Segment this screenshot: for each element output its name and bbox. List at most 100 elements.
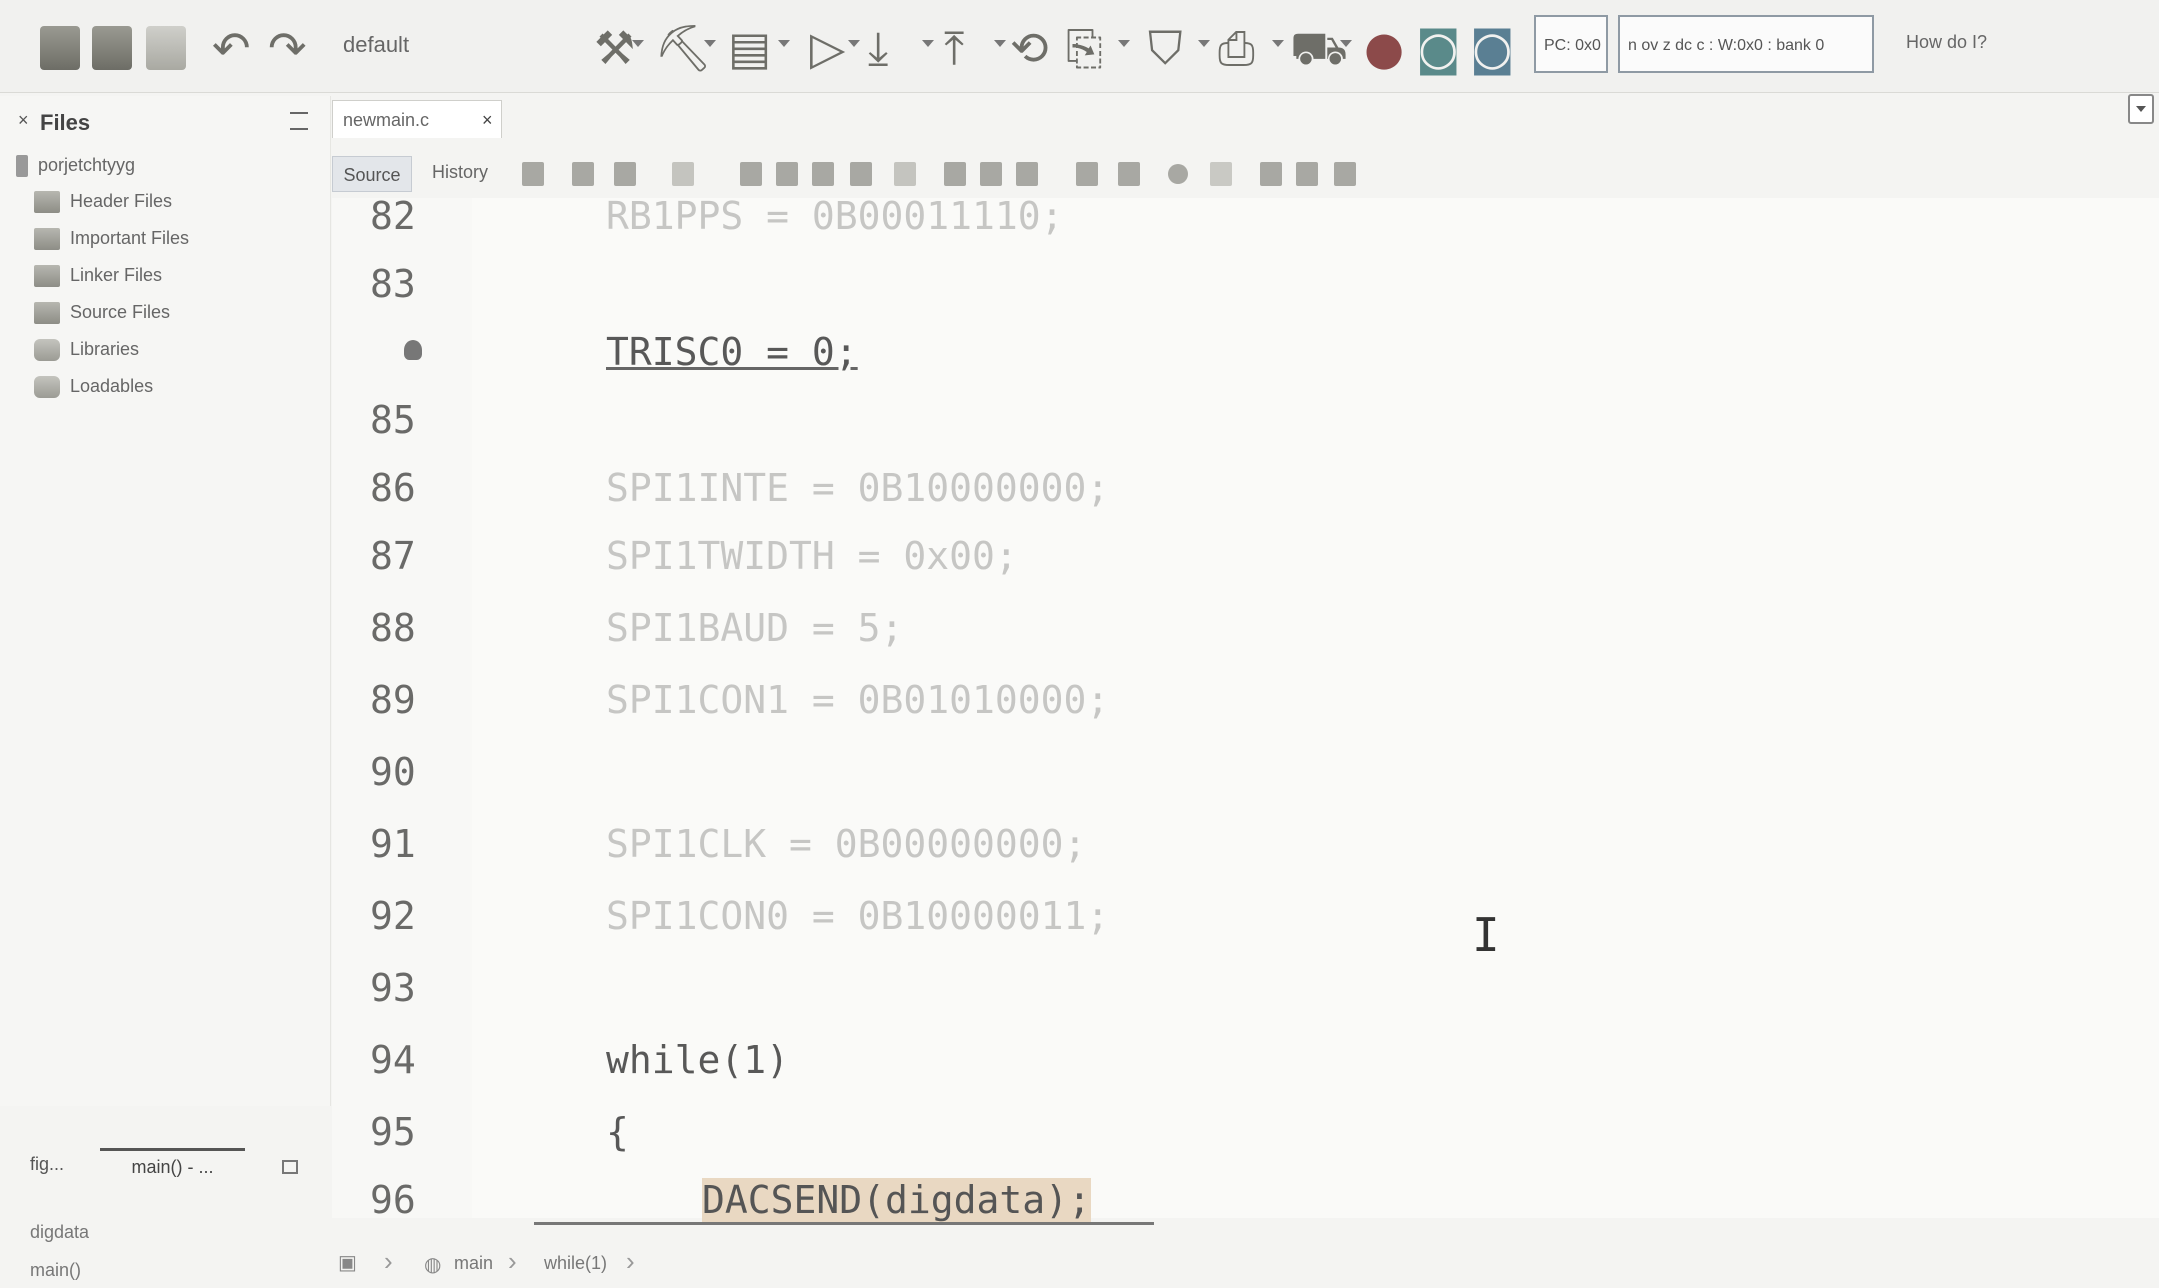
next-bookmark-icon[interactable]: [980, 162, 1002, 186]
make-hex-dropdown-icon[interactable]: [778, 40, 790, 47]
debug-dropdown-icon[interactable]: [1198, 40, 1210, 47]
chevron-right-icon: ›: [384, 1246, 393, 1276]
code-line[interactable]: TRISC0 = 0;: [606, 330, 858, 374]
cart-icon[interactable]: ⛟: [1290, 20, 1348, 76]
mcc-icon[interactable]: ◙: [1416, 20, 1461, 76]
tree-item-header-files[interactable]: Header Files: [34, 186, 172, 216]
navigator-tab-active[interactable]: main() - ...: [100, 1148, 245, 1185]
close-tab-icon[interactable]: ×: [482, 110, 493, 131]
program-device-icon[interactable]: ⤓: [868, 20, 888, 76]
clean-build-icon[interactable]: ⛏: [654, 20, 712, 76]
library-icon: [34, 339, 60, 362]
shift-right-icon[interactable]: [1118, 162, 1140, 186]
format-icon[interactable]: [1334, 162, 1356, 186]
project-name: porjetchtyyg: [38, 155, 136, 175]
code-line[interactable]: DACSEND(digdata);: [702, 1178, 1091, 1222]
code-line[interactable]: SPI1INTE = 0B10000000;: [606, 466, 1109, 510]
redo-icon[interactable]: ↷: [268, 20, 307, 76]
undo-icon[interactable]: ↶: [212, 20, 251, 76]
forward-icon[interactable]: [614, 162, 636, 186]
uncomment-icon[interactable]: [1296, 162, 1318, 186]
clean-build-dropdown-icon[interactable]: [704, 40, 716, 47]
toggle-selection-icon[interactable]: [894, 162, 916, 186]
read-device-icon[interactable]: ⤒: [944, 20, 964, 76]
breadcrumb-item-while[interactable]: while(1): [544, 1253, 607, 1274]
source-view-tab[interactable]: Source: [332, 156, 412, 192]
code-line[interactable]: SPI1CON1 = 0B01010000;: [606, 678, 1109, 722]
tree-item-important-files[interactable]: Important Files: [34, 223, 189, 253]
code-line[interactable]: SPI1CON0 = 0B10000011;: [606, 894, 1109, 938]
line-number: 86: [370, 466, 416, 510]
previous-bookmark-icon[interactable]: [944, 162, 966, 186]
run-icon[interactable]: ▷: [810, 20, 845, 76]
code-line[interactable]: {: [606, 1110, 629, 1154]
stop-macro-icon[interactable]: [1210, 162, 1232, 186]
mplab-icon[interactable]: ●: [1364, 20, 1404, 76]
build-dropdown-icon[interactable]: [632, 40, 644, 47]
close-project-icon[interactable]: [146, 26, 186, 70]
run-dropdown-icon[interactable]: [848, 40, 860, 47]
cart-dropdown-icon[interactable]: [1340, 40, 1352, 47]
lightbulb-hint-icon[interactable]: [404, 340, 422, 360]
code-line[interactable]: while(1): [606, 1038, 789, 1082]
hold-reset-icon[interactable]: ⎘: [1066, 20, 1103, 76]
minimize-panel-icon[interactable]: [290, 112, 308, 130]
files-tab[interactable]: Files: [40, 110, 90, 136]
comment-icon[interactable]: [1260, 162, 1282, 186]
tree-item-label: Important Files: [70, 228, 190, 248]
history-view-tab[interactable]: History: [432, 162, 488, 183]
read-dropdown-icon[interactable]: [994, 40, 1006, 47]
find-icon[interactable]: [740, 162, 762, 186]
code-line[interactable]: SPI1CLK = 0B00000000;: [606, 822, 1086, 866]
breadcrumb-item-main[interactable]: main: [454, 1253, 493, 1274]
open-project-icon[interactable]: [92, 26, 132, 70]
folder-icon: [34, 302, 60, 325]
code-text: TRISC0 = 0;: [606, 330, 858, 374]
navigator-item-digdata[interactable]: digdata: [30, 1222, 89, 1243]
tree-item-label: Libraries: [70, 339, 140, 359]
program-dropdown-icon[interactable]: [922, 40, 934, 47]
debug-icon[interactable]: ⛉: [1148, 20, 1183, 76]
line-number: 91: [370, 822, 416, 866]
configuration-selector[interactable]: default: [343, 32, 409, 58]
new-project-icon[interactable]: [40, 26, 80, 70]
code-line[interactable]: SPI1BAUD = 5;: [606, 606, 903, 650]
tree-item-libraries[interactable]: Libraries: [34, 334, 139, 364]
how-do-i-search[interactable]: How do I?: [1906, 32, 1987, 53]
back-icon[interactable]: [572, 162, 594, 186]
line-number: 90: [370, 750, 416, 794]
shift-left-icon[interactable]: [1076, 162, 1098, 186]
tree-item-linker-files[interactable]: Linker Files: [34, 260, 162, 290]
find-next-icon[interactable]: [812, 162, 834, 186]
harmony-icon[interactable]: ◙: [1470, 20, 1515, 76]
build-icon[interactable]: ⚒: [594, 20, 635, 76]
navigator-item-main[interactable]: main(): [30, 1260, 81, 1281]
find-previous-icon[interactable]: [776, 162, 798, 186]
file-icon[interactable]: ▣: [338, 1250, 357, 1275]
tree-item-source-files[interactable]: Source Files: [34, 297, 170, 327]
line-number: 87: [370, 534, 416, 578]
make-hex-icon[interactable]: ▤: [728, 20, 771, 76]
project-node[interactable]: porjetchtyyg: [16, 150, 135, 180]
hold-reset-dropdown-icon[interactable]: [1118, 40, 1130, 47]
document-icon[interactable]: ⎙: [1218, 20, 1255, 76]
start-macro-icon[interactable]: [1168, 164, 1188, 184]
minimize-navigator-icon[interactable]: [282, 1160, 298, 1174]
toggle-bookmark-icon[interactable]: [1016, 162, 1038, 186]
panel-collapse-icon[interactable]: ×: [18, 110, 29, 131]
tree-item-loadables[interactable]: Loadables: [34, 371, 153, 401]
document-dropdown-icon[interactable]: [1272, 40, 1284, 47]
line-number: 82: [370, 194, 416, 238]
search-dropdown-icon[interactable]: [672, 162, 694, 186]
code-line[interactable]: RB1PPS = 0B00011110;: [606, 194, 1064, 238]
toggle-highlight-icon[interactable]: [850, 162, 872, 186]
editor-file-tab[interactable]: newmain.c: [332, 100, 502, 138]
folder-icon: [34, 191, 60, 214]
horizontal-scrollbar[interactable]: [534, 1222, 1154, 1225]
code-line[interactable]: SPI1TWIDTH = 0x00;: [606, 534, 1018, 578]
line-number: 89: [370, 678, 416, 722]
window-menu-button[interactable]: [2128, 94, 2154, 124]
navigator-tab[interactable]: fig...: [30, 1154, 64, 1175]
last-edit-icon[interactable]: [522, 162, 544, 186]
reset-icon[interactable]: ⟲: [1010, 20, 1049, 76]
